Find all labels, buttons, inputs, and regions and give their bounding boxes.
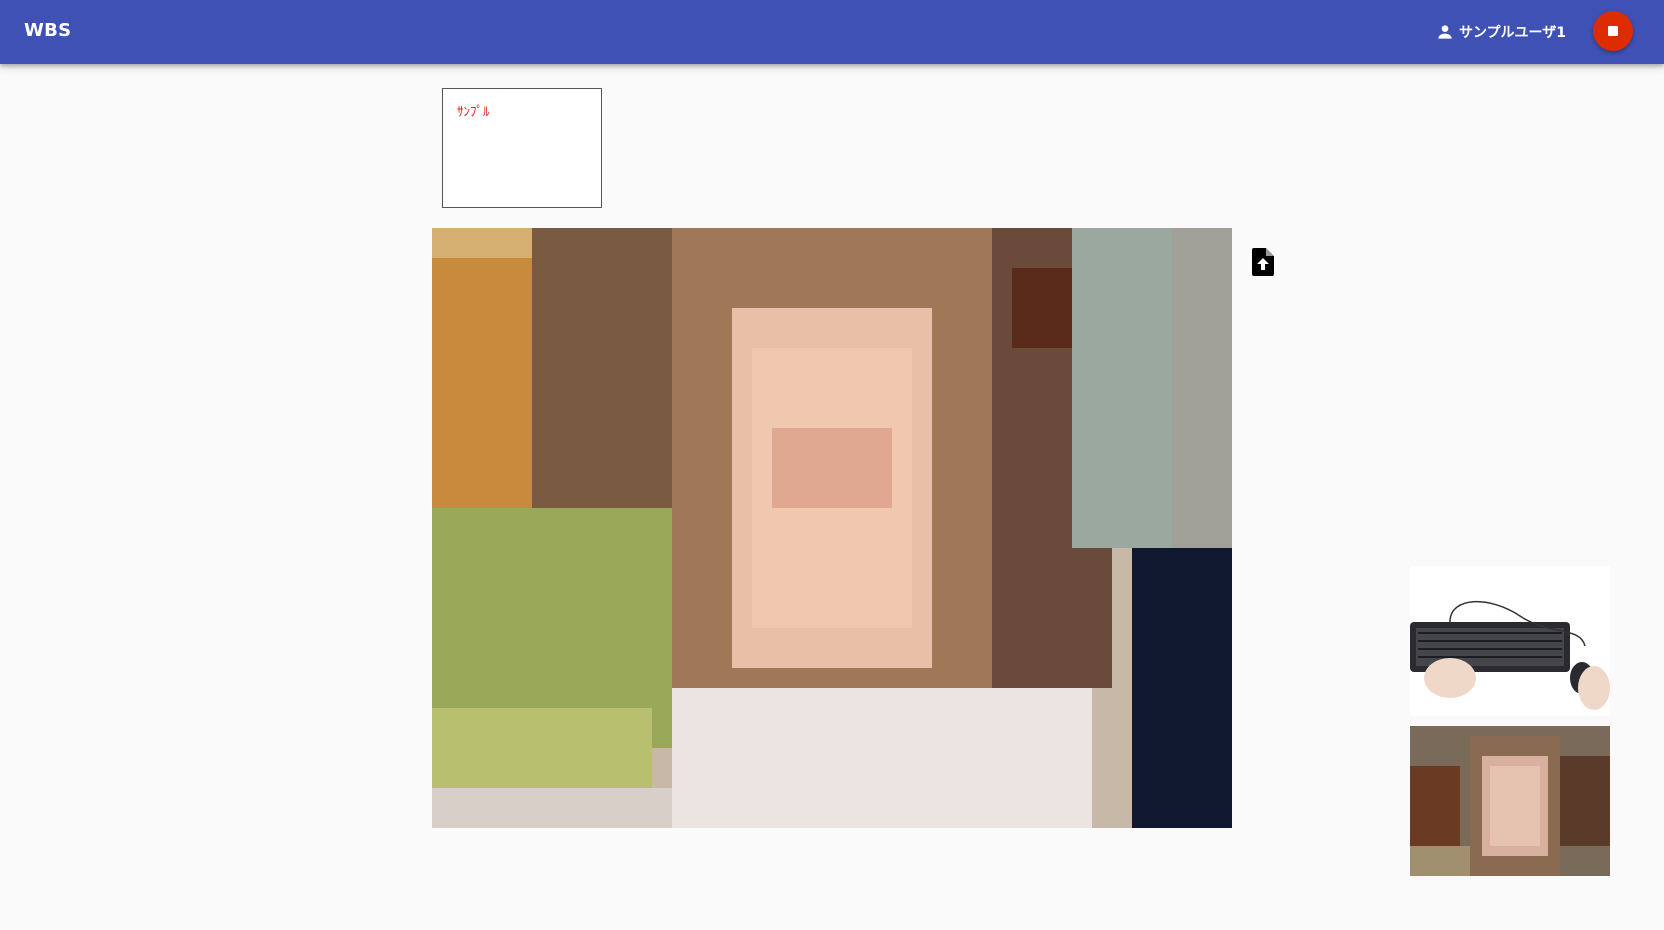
main-video-image	[432, 228, 1232, 828]
sticky-note[interactable]: ｻﾝﾌﾟﾙ	[442, 88, 602, 208]
stop-icon	[1608, 26, 1618, 36]
main-video	[432, 228, 1232, 828]
sticky-note-text: ｻﾝﾌﾟﾙ	[457, 105, 490, 120]
person-icon	[1438, 25, 1452, 39]
keyboard-image	[1410, 566, 1610, 716]
stop-button[interactable]	[1593, 11, 1633, 51]
app-bar: WBS サンプルユーザ1	[0, 0, 1664, 64]
thumbnail-keyboard[interactable]	[1410, 566, 1610, 716]
file-upload-icon	[1252, 248, 1274, 276]
user-menu[interactable]: サンプルユーザ1	[1435, 20, 1566, 44]
upload-button[interactable]	[1252, 248, 1274, 276]
camera-thumbnail-image	[1410, 726, 1610, 876]
user-name: サンプルユーザ1	[1458, 25, 1566, 41]
app-title: WBS	[24, 20, 72, 41]
thumbnail-camera[interactable]	[1410, 726, 1610, 876]
